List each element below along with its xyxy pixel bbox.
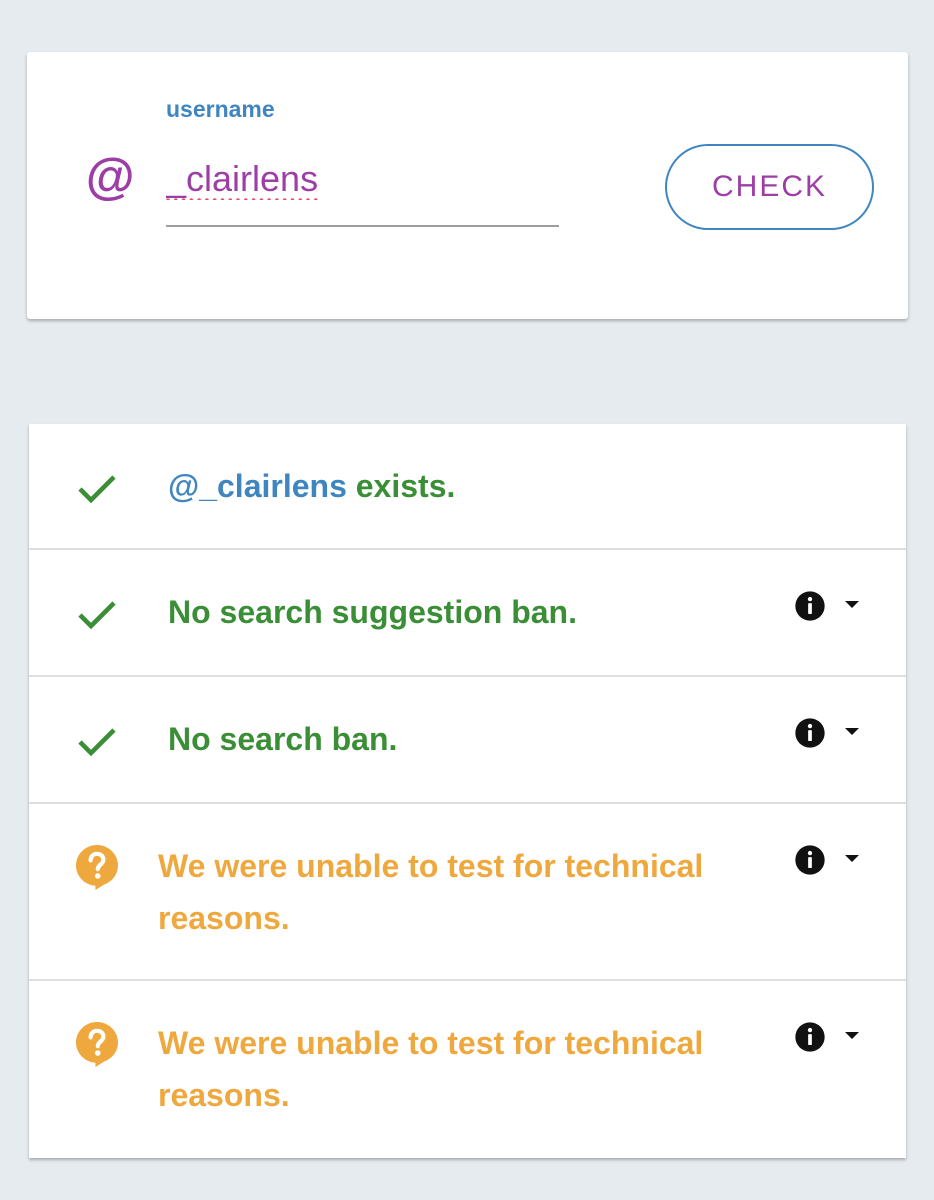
exists-text: exists. xyxy=(346,468,456,504)
chevron-down-icon[interactable] xyxy=(843,726,861,738)
check-button[interactable]: CHECK xyxy=(665,144,874,230)
check-icon xyxy=(78,475,116,504)
result-text: No search suggestion ban. xyxy=(168,594,577,630)
question-bubble-icon xyxy=(76,845,118,890)
question-bubble-icon xyxy=(76,1022,118,1067)
result-row-suggestion-ban: No search suggestion ban. xyxy=(29,550,906,677)
result-text: We were unable to test for technical rea… xyxy=(158,848,704,936)
result-text: @_clairlens exists. xyxy=(168,460,455,512)
result-row-unable-2: We were unable to test for technical rea… xyxy=(29,981,906,1158)
result-row-unable-1: We were unable to test for technical rea… xyxy=(29,804,906,981)
info-icon[interactable] xyxy=(794,590,826,622)
username-input[interactable] xyxy=(166,153,559,227)
info-icon[interactable] xyxy=(794,844,826,876)
result-text: No search ban. xyxy=(168,721,398,757)
username-field-label: username xyxy=(166,96,275,122)
check-icon xyxy=(78,728,116,757)
result-row-exists: @_clairlens exists. xyxy=(29,424,906,550)
username-mention: @_clairlens xyxy=(168,468,347,504)
result-text: We were unable to test for technical rea… xyxy=(158,1025,704,1113)
chevron-down-icon[interactable] xyxy=(843,599,861,611)
results-list: @_clairlens exists. No search suggestion… xyxy=(29,424,906,1158)
check-icon xyxy=(78,601,116,630)
chevron-down-icon[interactable] xyxy=(843,1030,861,1042)
info-icon[interactable] xyxy=(794,1021,826,1053)
at-sign-icon: @ xyxy=(85,149,134,205)
result-row-search-ban: No search ban. xyxy=(29,677,906,804)
info-icon[interactable] xyxy=(794,717,826,749)
chevron-down-icon[interactable] xyxy=(843,853,861,865)
username-search-card: username @ CHECK xyxy=(27,52,908,319)
